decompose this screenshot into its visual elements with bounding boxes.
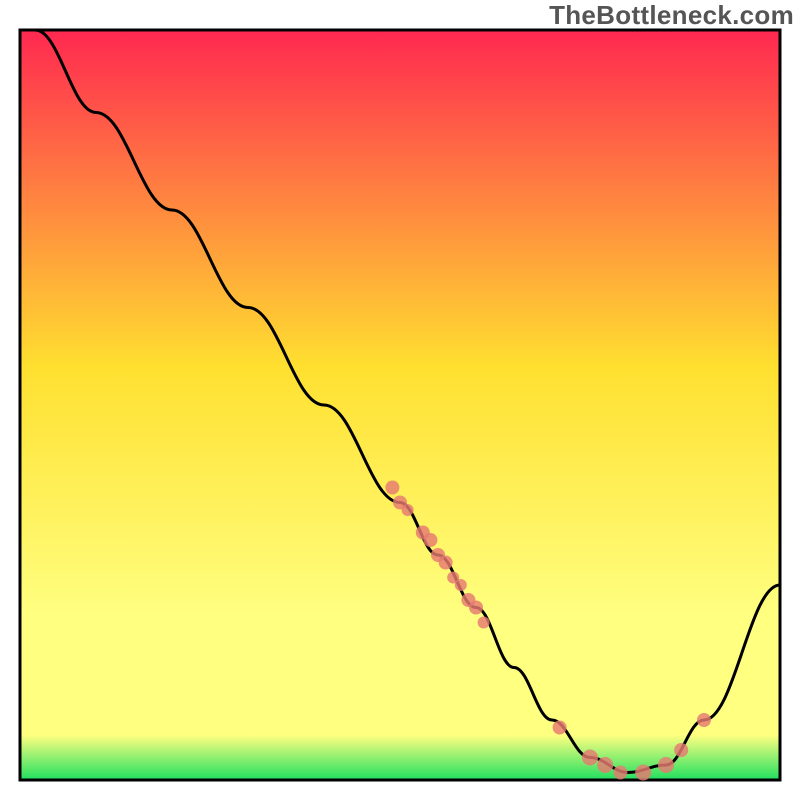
chart-frame: TheBottleneck.com — [0, 0, 800, 800]
data-point — [697, 713, 711, 727]
data-point — [455, 579, 467, 591]
plot-background — [20, 30, 780, 780]
data-point — [613, 766, 627, 780]
data-point — [439, 556, 453, 570]
data-point — [658, 757, 674, 773]
data-point — [553, 721, 567, 735]
data-point — [635, 765, 651, 781]
bottleneck-chart — [0, 0, 800, 800]
data-point — [469, 601, 483, 615]
data-point — [597, 757, 613, 773]
data-point — [402, 504, 414, 516]
watermark-text: TheBottleneck.com — [549, 0, 794, 31]
data-point — [674, 743, 688, 757]
data-point — [478, 617, 490, 629]
data-point — [385, 481, 399, 495]
data-point — [423, 533, 437, 547]
data-point — [582, 750, 598, 766]
